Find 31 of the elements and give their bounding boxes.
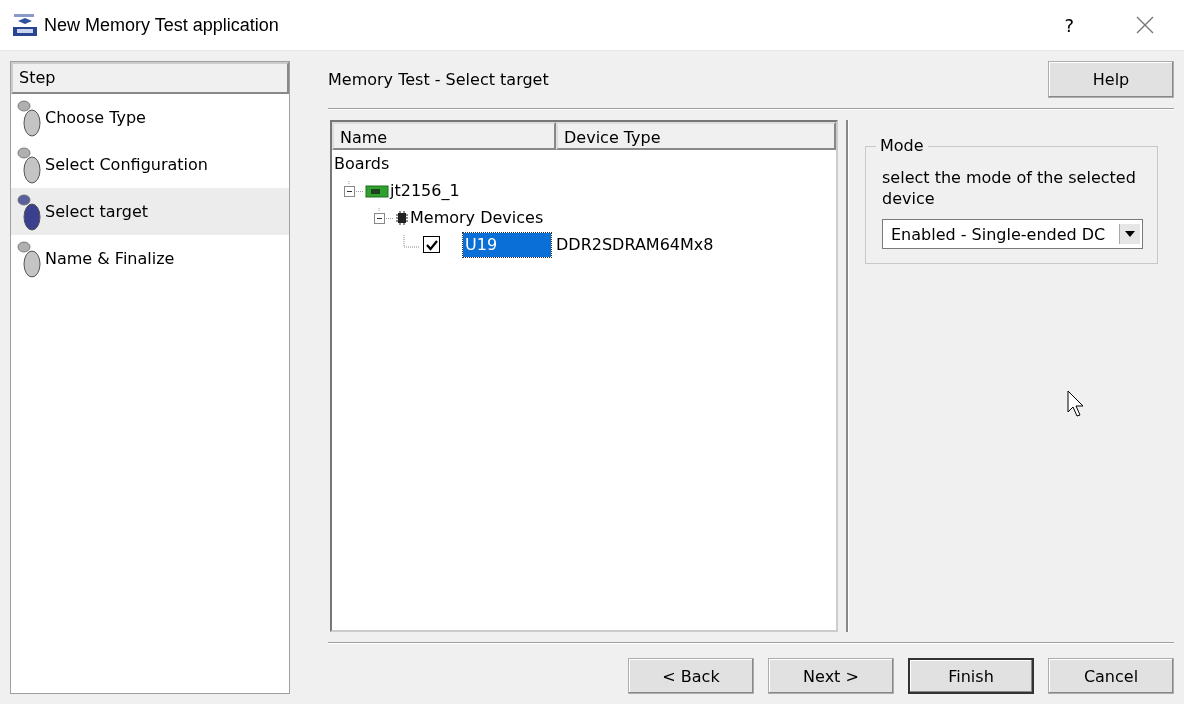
wizard-button[interactable]: Cancel bbox=[1048, 658, 1174, 694]
column-header[interactable]: Device Type bbox=[556, 122, 836, 150]
checkbox[interactable] bbox=[423, 236, 440, 253]
tree-item[interactable]: Memory Devices bbox=[410, 208, 544, 227]
tree-item[interactable]: U19 bbox=[463, 232, 551, 257]
page-title: Memory Test - Select target bbox=[328, 70, 549, 89]
column-header[interactable]: Name bbox=[332, 122, 556, 150]
footprint-icon bbox=[15, 238, 43, 279]
tree-item[interactable]: Boards bbox=[334, 154, 390, 173]
window-title: New Memory Test application bbox=[44, 14, 279, 36]
app-logo-icon bbox=[12, 13, 38, 37]
footprint-icon bbox=[15, 191, 43, 232]
wizard-button[interactable]: Finish bbox=[908, 658, 1034, 694]
footprint-icon bbox=[15, 97, 43, 138]
device-type-cell: DDR2SDRAM64Mx8 bbox=[556, 235, 714, 254]
mode-description: select the mode of the selected device bbox=[882, 167, 1137, 209]
step-item[interactable]: Name & Finalize bbox=[11, 235, 289, 282]
step-item[interactable]: Select Configuration bbox=[11, 141, 289, 188]
step-column-header: Step bbox=[11, 62, 289, 94]
circuit-board-icon bbox=[365, 182, 389, 199]
close-icon[interactable] bbox=[1136, 16, 1154, 34]
footprint-icon bbox=[15, 144, 43, 185]
step-item[interactable]: Choose Type bbox=[11, 94, 289, 141]
tree-item[interactable]: jt2156_1 bbox=[390, 181, 460, 200]
wizard-button[interactable]: Next > bbox=[768, 658, 894, 694]
help-question-button[interactable]: ? bbox=[1064, 14, 1074, 36]
mode-dropdown[interactable]: Enabled - Single-ended DC bbox=[882, 219, 1143, 249]
wizard-button[interactable]: < Back bbox=[628, 658, 754, 694]
chip-icon bbox=[395, 209, 409, 226]
step-item[interactable]: Select target bbox=[11, 188, 289, 235]
help-button[interactable]: Help bbox=[1048, 61, 1174, 98]
